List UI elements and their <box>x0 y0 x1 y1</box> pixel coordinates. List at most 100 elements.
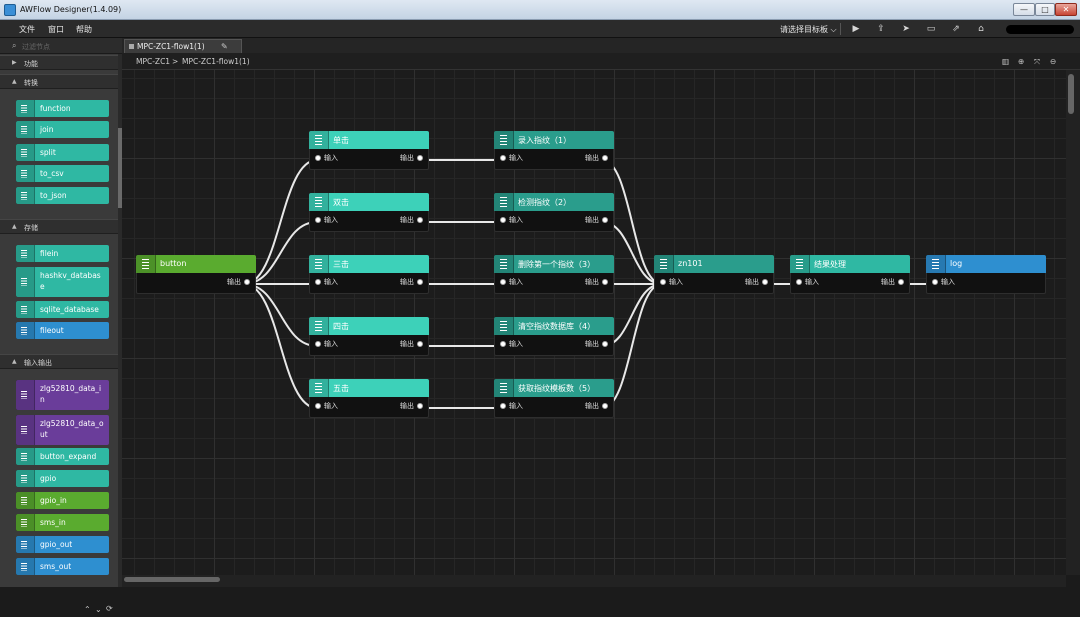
output-port[interactable] <box>417 217 423 223</box>
menu-window[interactable]: 窗口 <box>48 24 64 35</box>
flow-node-m4[interactable]: 清空指纹数据库（4） 输入 输出 <box>494 317 614 356</box>
palette-node-hashkv-database[interactable]: hashkv_database <box>16 267 109 297</box>
flow-node-button[interactable]: button 输出 <box>136 255 256 294</box>
debug-icon[interactable]: ▭ <box>921 22 941 36</box>
input-port[interactable] <box>500 217 506 223</box>
palette-node-zlg52810-data-in[interactable]: zlg52810_data_in <box>16 380 109 410</box>
input-port[interactable] <box>500 155 506 161</box>
palette-node-filein[interactable]: filein <box>16 245 109 262</box>
edit-icon[interactable]: ✎ <box>221 42 228 51</box>
output-port[interactable] <box>417 155 423 161</box>
fit-icon[interactable]: ⤧ <box>1034 57 1040 67</box>
canvas-horizontal-scroll-thumb[interactable] <box>124 577 220 582</box>
input-port[interactable] <box>932 279 938 285</box>
flow-node-log[interactable]: log 输入 <box>926 255 1046 294</box>
node-header[interactable]: 获取指纹模板数（5） <box>494 379 614 397</box>
flow-node-m1[interactable]: 录入指纹（1） 输入 输出 <box>494 131 614 170</box>
user-account[interactable] <box>1006 25 1074 34</box>
tab-flow[interactable]: MPC-ZC1-flow1(1) ✎ <box>124 39 242 53</box>
output-port[interactable] <box>762 279 768 285</box>
node-header[interactable]: 删除第一个指纹（3） <box>494 255 614 273</box>
palette-node-split[interactable]: split <box>16 144 109 161</box>
zoom-out-icon[interactable]: ⊖ <box>1050 57 1056 66</box>
output-port[interactable] <box>602 279 608 285</box>
flow-node-zn101[interactable]: zn101 输入 输出 <box>654 255 774 294</box>
flow-node-m5[interactable]: 获取指纹模板数（5） 输入 输出 <box>494 379 614 418</box>
node-header[interactable]: button <box>136 255 256 273</box>
output-port[interactable] <box>244 279 250 285</box>
menu-file[interactable]: 文件 <box>19 24 35 35</box>
output-port[interactable] <box>417 279 423 285</box>
zoom-in-icon[interactable]: ⊕ <box>1018 57 1024 66</box>
output-port[interactable] <box>417 341 423 347</box>
flow-node-n2[interactable]: 双击 输入 输出 <box>309 193 429 232</box>
palette-node-gpio[interactable]: gpio <box>16 470 109 487</box>
output-port[interactable] <box>602 403 608 409</box>
map-icon[interactable]: ▥ <box>1002 57 1009 66</box>
palette-node-function[interactable]: function <box>16 100 109 117</box>
node-header[interactable]: 结果处理 <box>790 255 910 273</box>
palette-node-sms-out[interactable]: sms_out <box>16 558 109 575</box>
input-port[interactable] <box>660 279 666 285</box>
palette-node-sms-in[interactable]: sms_in <box>16 514 109 531</box>
flow-node-m2[interactable]: 检测指纹（2） 输入 输出 <box>494 193 614 232</box>
palette-node-sqlite-database[interactable]: sqlite_database <box>16 301 109 318</box>
input-port[interactable] <box>500 341 506 347</box>
palette-node-zlg52810-data-out[interactable]: zlg52810_data_out <box>16 415 109 445</box>
palette-node-to-json[interactable]: to_json <box>16 187 109 204</box>
category-io[interactable]: ▲ 输入输出 <box>0 354 118 369</box>
input-port[interactable] <box>315 341 321 347</box>
device-icon[interactable]: ⌂ <box>971 22 991 36</box>
palette-node-gpio-in[interactable]: gpio_in <box>16 492 109 509</box>
category-transform[interactable]: ▲ 转换 <box>0 74 118 89</box>
node-header[interactable]: zn101 <box>654 255 774 273</box>
output-port[interactable] <box>602 217 608 223</box>
palette-search[interactable]: ⌕ 过滤节点 <box>0 38 122 54</box>
chevron-up-icon[interactable]: ⌃ <box>84 605 91 614</box>
chevron-down-icon[interactable]: ⌄ <box>95 605 102 614</box>
target-board-select[interactable]: 请选择目标板 ⌵ <box>780 24 837 35</box>
canvas-vertical-scrollbar[interactable] <box>1066 70 1080 575</box>
palette-node-join[interactable]: join <box>16 121 109 138</box>
flow-node-n3[interactable]: 三击 输入 输出 <box>309 255 429 294</box>
category-storage[interactable]: ▲ 存储 <box>0 219 118 234</box>
play-icon[interactable]: ▶ <box>846 22 866 36</box>
flow-node-n5[interactable]: 五击 输入 输出 <box>309 379 429 418</box>
flow-node-res[interactable]: 结果处理 输入 输出 <box>790 255 910 294</box>
flow-node-m3[interactable]: 删除第一个指纹（3） 输入 输出 <box>494 255 614 294</box>
node-header[interactable]: 录入指纹（1） <box>494 131 614 149</box>
input-port[interactable] <box>500 403 506 409</box>
palette-node-to-csv[interactable]: to_csv <box>16 165 109 182</box>
output-port[interactable] <box>602 155 608 161</box>
export-icon[interactable]: ⇪ <box>871 22 891 36</box>
share-icon[interactable]: ⇗ <box>946 22 966 36</box>
output-port[interactable] <box>417 403 423 409</box>
node-header[interactable]: 双击 <box>309 193 429 211</box>
breadcrumb-root[interactable]: MPC-ZC1 <box>136 57 170 66</box>
palette-node-gpio-out[interactable]: gpio_out <box>16 536 109 553</box>
refresh-icon[interactable]: ⟳ <box>106 604 113 613</box>
flow-canvas[interactable]: button 输出 单击 输入 输出 双击 输入 输出 三击 输入 输出 四击 输入 输出 五击 输入 输出 录入… <box>122 70 1066 575</box>
node-header[interactable]: log <box>926 255 1046 273</box>
deploy-icon[interactable]: ➤ <box>896 22 916 36</box>
palette-node-button-expand[interactable]: button_expand <box>16 448 109 465</box>
input-port[interactable] <box>315 279 321 285</box>
input-port[interactable] <box>315 155 321 161</box>
node-header[interactable]: 检测指纹（2） <box>494 193 614 211</box>
output-port[interactable] <box>602 341 608 347</box>
node-header[interactable]: 四击 <box>309 317 429 335</box>
maximize-button[interactable]: □ <box>1035 3 1055 16</box>
output-port[interactable] <box>898 279 904 285</box>
menu-help[interactable]: 帮助 <box>76 24 92 35</box>
palette-node-fileout[interactable]: fileout <box>16 322 109 339</box>
input-port[interactable] <box>500 279 506 285</box>
node-header[interactable]: 清空指纹数据库（4） <box>494 317 614 335</box>
minimize-button[interactable]: — <box>1013 3 1035 16</box>
node-header[interactable]: 五击 <box>309 379 429 397</box>
node-header[interactable]: 单击 <box>309 131 429 149</box>
close-button[interactable]: ✕ <box>1055 3 1077 16</box>
flow-node-n1[interactable]: 单击 输入 输出 <box>309 131 429 170</box>
flow-node-n4[interactable]: 四击 输入 输出 <box>309 317 429 356</box>
input-port[interactable] <box>315 403 321 409</box>
node-header[interactable]: 三击 <box>309 255 429 273</box>
